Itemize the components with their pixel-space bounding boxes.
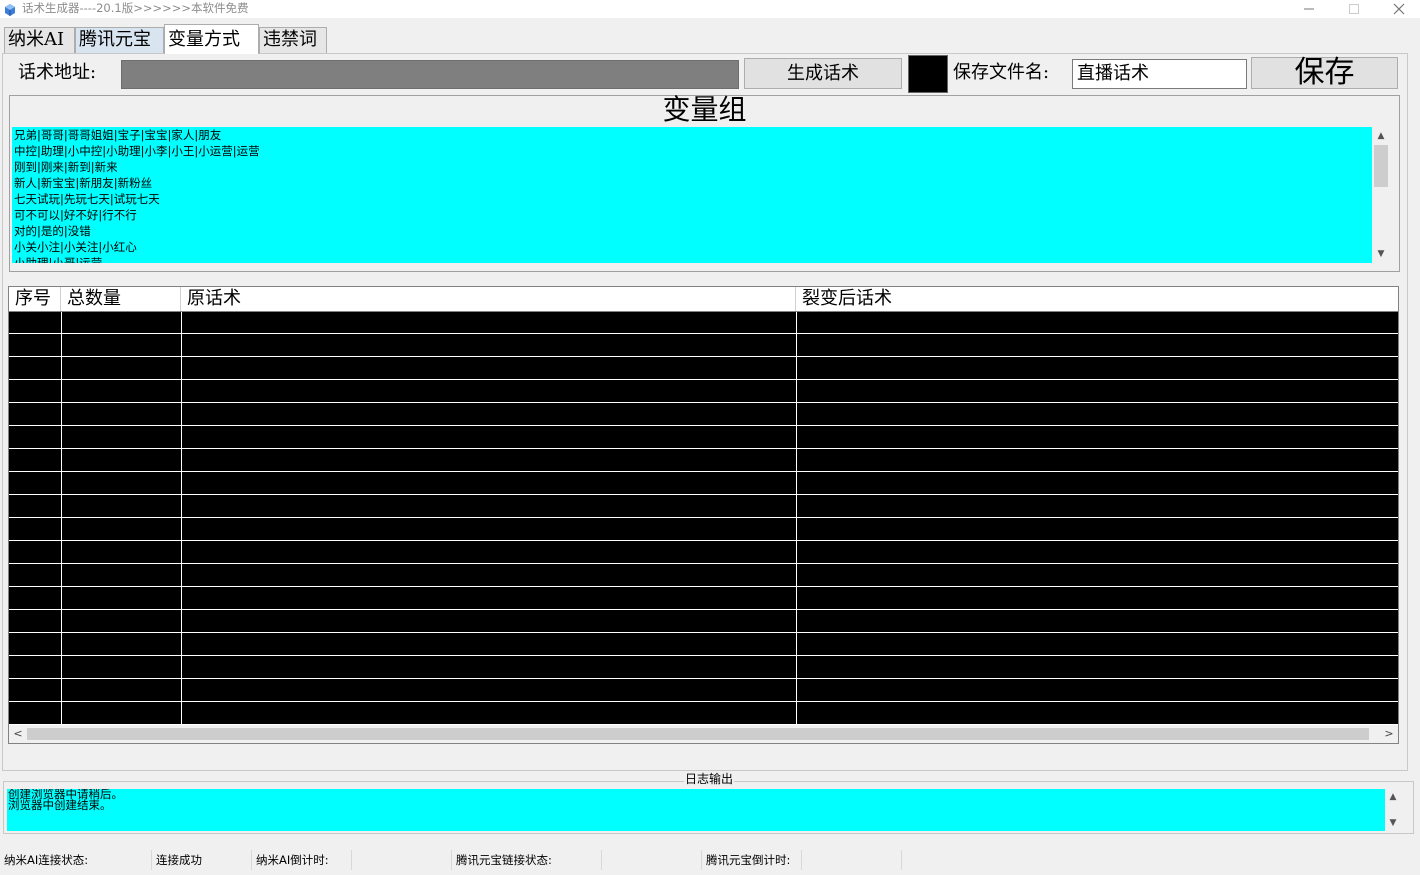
table-row[interactable]: [9, 588, 1398, 610]
color-swatch[interactable]: [908, 55, 948, 93]
table-row[interactable]: [9, 496, 1398, 518]
table-row[interactable]: [9, 450, 1398, 472]
column-header-total[interactable]: 总数量: [61, 287, 181, 311]
chevron-right-icon[interactable]: >: [1380, 725, 1398, 743]
save-button[interactable]: 保存: [1251, 57, 1398, 89]
tencent-countdown-value: [802, 850, 902, 870]
table-row[interactable]: [9, 611, 1398, 633]
close-button[interactable]: [1376, 0, 1420, 18]
variable-line: 七天试玩|先玩七天|试玩七天: [14, 192, 160, 206]
log-line: 浏览器中创建结束。: [8, 798, 112, 812]
table-header: 序号 总数量 原话术 裂变后话术: [9, 287, 1398, 312]
nami-countdown-label: 纳米AI倒计时:: [252, 850, 352, 870]
maximize-button[interactable]: [1331, 0, 1377, 18]
table-row[interactable]: [9, 312, 1398, 334]
save-filename-label: 保存文件名:: [953, 62, 1050, 83]
tab-banned-words[interactable]: 违禁词: [259, 27, 327, 53]
scrollbar-thumb[interactable]: [1374, 145, 1388, 187]
tab-variable-mode[interactable]: 变量方式: [164, 24, 259, 54]
variable-group-title: 变量组: [662, 93, 747, 126]
tab-nami-ai[interactable]: 纳米AI: [4, 27, 75, 53]
address-label: 话术地址:: [18, 62, 97, 83]
nami-connection-status-label: 纳米AI连接状态:: [0, 850, 152, 870]
chevron-down-icon[interactable]: ▼: [1385, 815, 1401, 831]
variable-line: 新人|新宝宝|新朋友|新粉丝: [14, 176, 153, 190]
tencent-connection-status-value: [602, 850, 702, 870]
table-row[interactable]: [9, 427, 1398, 449]
table-row[interactable]: [9, 565, 1398, 587]
table-row[interactable]: [9, 680, 1398, 702]
nami-countdown-value: [352, 850, 452, 870]
maximize-icon: [1349, 4, 1359, 14]
scrollbar-thumb[interactable]: [27, 728, 1369, 740]
table-body: [9, 312, 1398, 725]
table-row[interactable]: [9, 381, 1398, 403]
variable-line: 可不可以|好不好|行不行: [14, 208, 137, 222]
nami-connection-status-value: 连接成功: [152, 850, 252, 870]
log-label: 日志输出: [684, 772, 735, 787]
chevron-up-icon[interactable]: ▲: [1385, 789, 1401, 805]
column-header-index[interactable]: 序号: [9, 287, 61, 311]
chevron-left-icon[interactable]: <: [9, 725, 27, 743]
chevron-up-icon[interactable]: ▲: [1372, 127, 1390, 145]
log-output-textarea[interactable]: 创建浏览器中请稍后。 浏览器中创建结束。: [7, 789, 1385, 831]
variable-line: 中控|助理|小中控|小助理|小李|小王|小运营|运营: [14, 144, 260, 158]
minimize-icon: [1304, 8, 1314, 10]
save-filename-input[interactable]: 直播话术: [1072, 59, 1247, 89]
variable-group-scrollbar[interactable]: ▲ ▼: [1372, 127, 1390, 263]
variable-group-textarea[interactable]: 兄弟|哥哥|哥哥姐姐|宝子|宝宝|家人|朋友 中控|助理|小中控|小助理|小李|…: [12, 127, 1372, 263]
variable-line: 对的|是的|没错: [14, 224, 91, 238]
generate-button[interactable]: 生成话术: [744, 58, 902, 89]
tencent-connection-status-label: 腾讯元宝链接状态:: [452, 850, 602, 870]
column-divider: [61, 312, 62, 725]
variable-line: 小关小注|小关注|小红心: [14, 240, 137, 254]
column-divider: [181, 312, 182, 725]
table-row[interactable]: [9, 358, 1398, 380]
table-row[interactable]: [9, 473, 1398, 495]
table-row[interactable]: [9, 519, 1398, 541]
result-table[interactable]: 序号 总数量 原话术 裂变后话术 < >: [8, 286, 1399, 744]
tab-tencent-yuanbao[interactable]: 腾讯元宝: [75, 27, 164, 53]
log-line: 创建浏览器中请稍后。: [8, 789, 123, 801]
close-icon: [1393, 3, 1405, 15]
column-divider: [796, 312, 797, 725]
window-title: 话术生成器----20.1版>>>>>>本软件免费: [22, 1, 249, 15]
table-horizontal-scrollbar[interactable]: < >: [9, 725, 1398, 743]
table-row[interactable]: [9, 703, 1398, 725]
variable-line: 兄弟|哥哥|哥哥姐姐|宝子|宝宝|家人|朋友: [14, 128, 222, 142]
table-row[interactable]: [9, 634, 1398, 656]
chevron-down-icon[interactable]: ▼: [1372, 245, 1390, 263]
app-icon: [3, 2, 17, 16]
column-header-original[interactable]: 原话术: [181, 287, 796, 311]
variable-line: 刚到|刚来|新到|新来: [14, 160, 118, 174]
table-row[interactable]: [9, 542, 1398, 564]
variable-line: 小助理|小哥|运营: [14, 256, 103, 263]
table-row[interactable]: [9, 404, 1398, 426]
tencent-countdown-label: 腾讯元宝倒计时:: [702, 850, 802, 870]
table-row[interactable]: [9, 657, 1398, 679]
minimize-button[interactable]: [1286, 0, 1332, 18]
table-row[interactable]: [9, 335, 1398, 357]
address-input[interactable]: [121, 60, 739, 89]
column-header-fission[interactable]: 裂变后话术: [796, 287, 1398, 311]
log-scrollbar[interactable]: ▲ ▼: [1385, 789, 1401, 831]
